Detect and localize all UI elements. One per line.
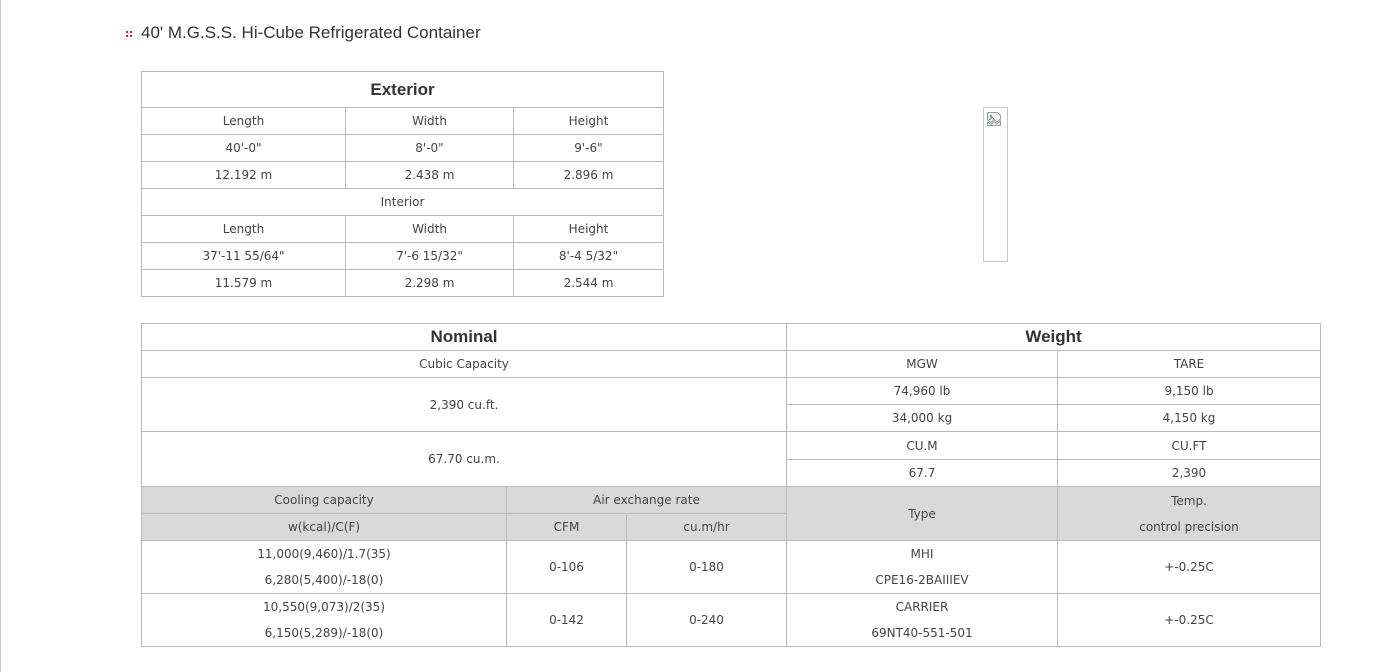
interior-width-header: Width bbox=[345, 215, 514, 243]
exterior-imperial-row: 40'-0" 8'-0" 9'-6" bbox=[141, 134, 664, 162]
temp-header-line-1: Temp. bbox=[1171, 493, 1207, 508]
cubic-capacity-ft: 2,390 cu.ft. bbox=[141, 377, 787, 432]
cuft-label: CU.FT bbox=[1056, 431, 1322, 460]
mgw-kg: 34,000 kg bbox=[786, 404, 1058, 432]
unit-type-cell: CARRIER 69NT40-551-501 bbox=[786, 593, 1058, 647]
interior-column-row: Length Width Height bbox=[141, 215, 664, 243]
exterior-heading: Exterior bbox=[141, 71, 664, 108]
page-left-border bbox=[0, 0, 1, 672]
temp-precision-cell: +-0.25C bbox=[1056, 593, 1322, 647]
exterior-length-header: Length bbox=[141, 107, 346, 135]
exterior-width-m: 2.438 m bbox=[345, 161, 514, 189]
interior-metric-row: 11.579 m 2.298 m 2.544 m bbox=[141, 269, 664, 297]
exterior-metric-row: 12.192 m 2.438 m 2.896 m bbox=[141, 161, 664, 189]
air-exchange-header: Air exchange rate bbox=[506, 486, 787, 514]
cooling-capacity-line-2: 6,150(5,289)/-18(0) bbox=[264, 626, 384, 640]
exterior-height-m: 2.896 m bbox=[513, 161, 664, 189]
volume-label-row: 67.70 cu.m. CU.M CU.FT bbox=[141, 431, 1322, 487]
temp-header-line-2: control precision bbox=[1139, 519, 1239, 534]
capacity-label-row: Cubic Capacity MGW TARE bbox=[141, 350, 1322, 378]
exterior-height-header: Height bbox=[513, 107, 664, 135]
tare-kg: 4,150 kg bbox=[1056, 404, 1322, 432]
broken-image-icon bbox=[987, 112, 1001, 126]
interior-height-m: 2.544 m bbox=[513, 269, 664, 297]
weight-heading: Weight bbox=[785, 323, 1322, 351]
cumhr-header: cu.m/hr bbox=[626, 513, 787, 541]
interior-height-header: Height bbox=[513, 215, 664, 243]
weight-lb-row: 2,390 cu.ft. 74,960 lb 9,150 lb bbox=[141, 377, 1322, 432]
tare-lb: 9,150 lb bbox=[1056, 377, 1322, 405]
unit-brand: CARRIER bbox=[895, 600, 949, 614]
unit-brand: MHI bbox=[910, 547, 934, 561]
title-row: 40' M.G.S.S. Hi-Cube Refrigerated Contai… bbox=[126, 22, 481, 44]
cubic-capacity-label: Cubic Capacity bbox=[141, 350, 787, 378]
cooling-capacity-cell: 10,550(9,073)/2(35) 6,150(5,289)/-18(0) bbox=[141, 593, 507, 647]
exterior-width-header: Width bbox=[345, 107, 514, 135]
exterior-height-ft: 9'-6" bbox=[513, 134, 664, 162]
page-title: 40' M.G.S.S. Hi-Cube Refrigerated Contai… bbox=[141, 23, 481, 42]
interior-length-m: 11.579 m bbox=[141, 269, 346, 297]
interior-width-ft: 7'-6 15/32" bbox=[345, 242, 514, 270]
cum-label: CU.M bbox=[786, 431, 1058, 460]
cfm-cell: 0-106 bbox=[506, 540, 627, 594]
nominal-heading: Nominal bbox=[141, 323, 787, 351]
dimensions-table: Exterior Length Width Height 40'-0" 8'-0… bbox=[141, 71, 664, 297]
type-header: Type bbox=[786, 486, 1058, 541]
interior-imperial-row: 37'-11 55/64" 7'-6 15/32" 8'-4 5/32" bbox=[141, 242, 664, 270]
temp-precision-header: Temp. control precision bbox=[1056, 486, 1322, 541]
interior-heading: Interior bbox=[141, 188, 664, 216]
spec-heading-row: Nominal Weight bbox=[141, 323, 1322, 351]
unit-model: CPE16-2BAIIIEV bbox=[875, 573, 969, 587]
mgw-label: MGW bbox=[786, 350, 1058, 378]
interior-length-header: Length bbox=[141, 215, 346, 243]
table-row: 11,000(9,460)/1.7(35) 6,280(5,400)/-18(0… bbox=[141, 540, 1322, 594]
cumhr-cell: 0-240 bbox=[626, 593, 787, 647]
exterior-length-m: 12.192 m bbox=[141, 161, 346, 189]
cum-value: 67.7 bbox=[786, 459, 1058, 487]
cooling-capacity-header: Cooling capacity bbox=[141, 486, 507, 514]
interior-heading-row: Interior bbox=[141, 188, 664, 216]
cfm-cell: 0-142 bbox=[506, 593, 627, 647]
cuft-value: 2,390 bbox=[1056, 459, 1322, 487]
temp-precision-cell: +-0.25C bbox=[1056, 540, 1322, 594]
cooling-unit-header: w(kcal)/C(F) bbox=[141, 513, 507, 541]
cooling-capacity-line-1: 11,000(9,460)/1.7(35) bbox=[257, 547, 391, 561]
interior-width-m: 2.298 m bbox=[345, 269, 514, 297]
specs-table: Nominal Weight Cubic Capacity MGW TARE 2… bbox=[141, 323, 1322, 647]
exterior-column-row: Length Width Height bbox=[141, 107, 664, 135]
unit-model: 69NT40-551-501 bbox=[871, 626, 973, 640]
cfm-header: CFM bbox=[506, 513, 627, 541]
exterior-width-ft: 8'-0" bbox=[345, 134, 514, 162]
exterior-length-ft: 40'-0" bbox=[141, 134, 346, 162]
interior-length-ft: 37'-11 55/64" bbox=[141, 242, 346, 270]
performance-header-row-1: Cooling capacity Air exchange rate Type … bbox=[141, 486, 1322, 541]
cooling-capacity-line-2: 6,280(5,400)/-18(0) bbox=[264, 573, 384, 587]
cubic-capacity-m: 67.70 cu.m. bbox=[141, 431, 787, 487]
exterior-heading-row: Exterior bbox=[141, 71, 664, 108]
cooling-capacity-cell: 11,000(9,460)/1.7(35) 6,280(5,400)/-18(0… bbox=[141, 540, 507, 594]
bullet-icon bbox=[126, 31, 133, 38]
cumhr-cell: 0-180 bbox=[626, 540, 787, 594]
mgw-lb: 74,960 lb bbox=[786, 377, 1058, 405]
unit-type-cell: MHI CPE16-2BAIIIEV bbox=[786, 540, 1058, 594]
tare-label: TARE bbox=[1056, 350, 1322, 378]
interior-height-ft: 8'-4 5/32" bbox=[513, 242, 664, 270]
cooling-capacity-line-1: 10,550(9,073)/2(35) bbox=[262, 600, 385, 614]
table-row: 10,550(9,073)/2(35) 6,150(5,289)/-18(0) … bbox=[141, 593, 1322, 647]
product-image bbox=[983, 107, 1008, 262]
